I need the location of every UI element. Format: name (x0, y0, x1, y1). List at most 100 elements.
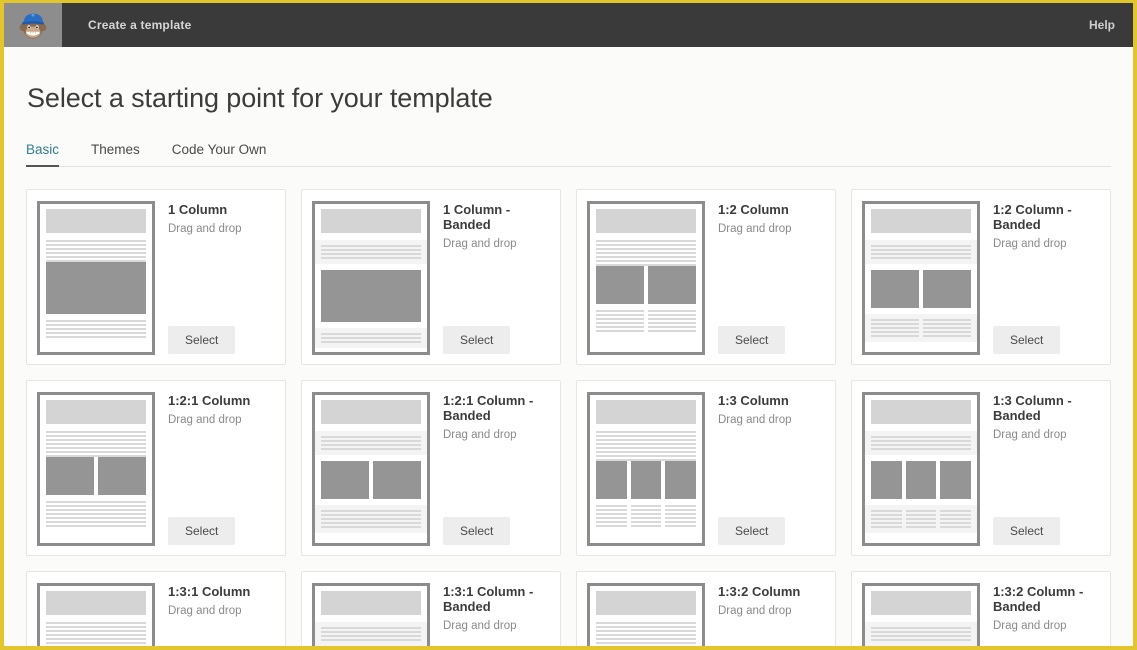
thumb-line (871, 510, 902, 512)
thumb-line (596, 260, 696, 262)
select-template-button[interactable]: Select (993, 326, 1061, 354)
thumb-line (596, 447, 696, 449)
thumb-line (648, 322, 696, 324)
template-card-body: 1:3 Column Drag and drop Select (705, 392, 825, 545)
select-template-button[interactable]: Select (443, 517, 511, 545)
thumb-spacer (596, 527, 696, 538)
select-template-button[interactable]: Select (168, 326, 236, 354)
thumb-text-lines (630, 505, 662, 527)
template-thumbnail (862, 201, 980, 355)
thumb-line (321, 522, 421, 524)
template-card[interactable]: 1:3 Column Drag and drop Select (576, 380, 836, 556)
thumb-line (923, 335, 971, 337)
template-card[interactable]: 1:2 Column Drag and drop Select (576, 189, 836, 365)
thumb-line (940, 518, 972, 520)
template-card[interactable]: 1:2:1 Column Drag and drop Select (26, 380, 286, 556)
thumb-band (865, 505, 977, 533)
thumb-line (630, 517, 662, 519)
thumb-line (321, 436, 421, 438)
thumb-text-lines (46, 240, 146, 262)
thumb-line (596, 322, 644, 324)
template-card[interactable]: 1:3:1 ColumnDrag and dropSelect (26, 571, 286, 646)
thumb-line (321, 526, 421, 528)
thumb-line (46, 501, 146, 503)
template-card[interactable]: 1:3:2 Column - BandedDrag and dropSelect (851, 571, 1111, 646)
thumb-line (321, 635, 421, 637)
thumb-line (46, 252, 146, 254)
template-card-body: 1:2 Column Drag and drop Select (705, 201, 825, 354)
thumb-line (321, 341, 421, 343)
thumb-line (596, 326, 644, 328)
thumb-line (596, 252, 696, 254)
thumb-line (46, 431, 146, 433)
tab-themes[interactable]: Themes (91, 142, 140, 166)
template-card-body: 1:2:1 Column Drag and drop Select (155, 392, 275, 545)
thumb-line (923, 323, 971, 325)
thumb-line (596, 451, 696, 453)
thumb-spacer (46, 338, 146, 347)
thumb-text-lines (871, 627, 971, 641)
thumb-line (46, 517, 146, 519)
thumb-image-blocks (596, 266, 696, 304)
thumb-text-lines (46, 320, 146, 338)
thumb-line (905, 510, 937, 512)
template-title: 1:3 Column (718, 393, 789, 408)
thumb-line (596, 638, 696, 640)
topbar-title: Create a template (88, 18, 192, 32)
template-card[interactable]: 1:3 Column - Banded Drag and drop Select (851, 380, 1111, 556)
select-template-button[interactable]: Select (718, 326, 786, 354)
thumb-text-lines (46, 431, 146, 457)
select-template-button[interactable]: Select (718, 517, 786, 545)
select-template-button[interactable]: Select (443, 326, 511, 354)
thumb-image-block (98, 457, 146, 495)
thumb-line (596, 630, 696, 632)
thumb-spacer (871, 533, 971, 538)
template-card-body: 1 Column Drag and drop Select (155, 201, 275, 354)
thumb-band (865, 240, 977, 264)
template-card[interactable]: 1 Column Drag and drop Select (26, 189, 286, 365)
thumb-line (596, 509, 627, 511)
thumb-header-block (596, 209, 696, 233)
thumb-line (321, 245, 421, 247)
thumb-spacer (596, 332, 696, 347)
thumb-line (596, 439, 696, 441)
template-subtitle: Drag and drop (443, 620, 517, 633)
thumb-text-lines (321, 510, 421, 528)
thumb-spacer (46, 527, 146, 538)
template-card[interactable]: 1:2 Column - Banded Drag and drop Select (851, 189, 1111, 365)
thumb-image-block (596, 461, 627, 499)
template-card[interactable]: 1:3:2 ColumnDrag and dropSelect (576, 571, 836, 646)
help-link[interactable]: Help (1089, 3, 1133, 47)
template-card[interactable]: 1 Column - Banded Drag and drop Select (301, 189, 561, 365)
template-card[interactable]: 1:3:1 Column - BandedDrag and dropSelect (301, 571, 561, 646)
thumb-line (596, 256, 696, 258)
select-template-button[interactable]: Select (993, 517, 1061, 545)
template-title: 1:3:1 Column - Banded (443, 584, 534, 615)
mailchimp-freddie-logo-icon[interactable] (4, 3, 62, 47)
template-card-body: 1:3:2 Column - BandedDrag and dropSelect (980, 583, 1100, 646)
thumb-line (321, 510, 421, 512)
thumb-line (46, 435, 146, 437)
thumb-line (940, 522, 972, 524)
thumb-line (923, 331, 971, 333)
thumb-line (46, 244, 146, 246)
thumb-line (871, 444, 971, 446)
template-card[interactable]: 1:2:1 Column - Banded Drag and drop Select (301, 380, 561, 556)
thumb-image-block (321, 270, 421, 322)
template-thumbnail (37, 201, 155, 355)
thumb-line (321, 448, 421, 450)
template-title: 1:2:1 Column - Banded (443, 393, 534, 424)
select-template-button[interactable]: Select (168, 517, 236, 545)
thumb-header-block (321, 591, 421, 615)
tab-basic[interactable]: Basic (26, 142, 60, 167)
thumb-line (596, 240, 696, 242)
template-thumbnail (587, 392, 705, 546)
thumb-line (871, 319, 919, 321)
template-card-body: 1:2:1 Column - Banded Drag and drop Select (430, 392, 550, 545)
thumb-line (46, 447, 146, 449)
thumb-band (315, 622, 427, 646)
thumb-line (871, 436, 971, 438)
tab-code-your-own[interactable]: Code Your Own (172, 142, 267, 166)
thumb-text-lines (596, 431, 696, 461)
thumb-line (46, 509, 146, 511)
